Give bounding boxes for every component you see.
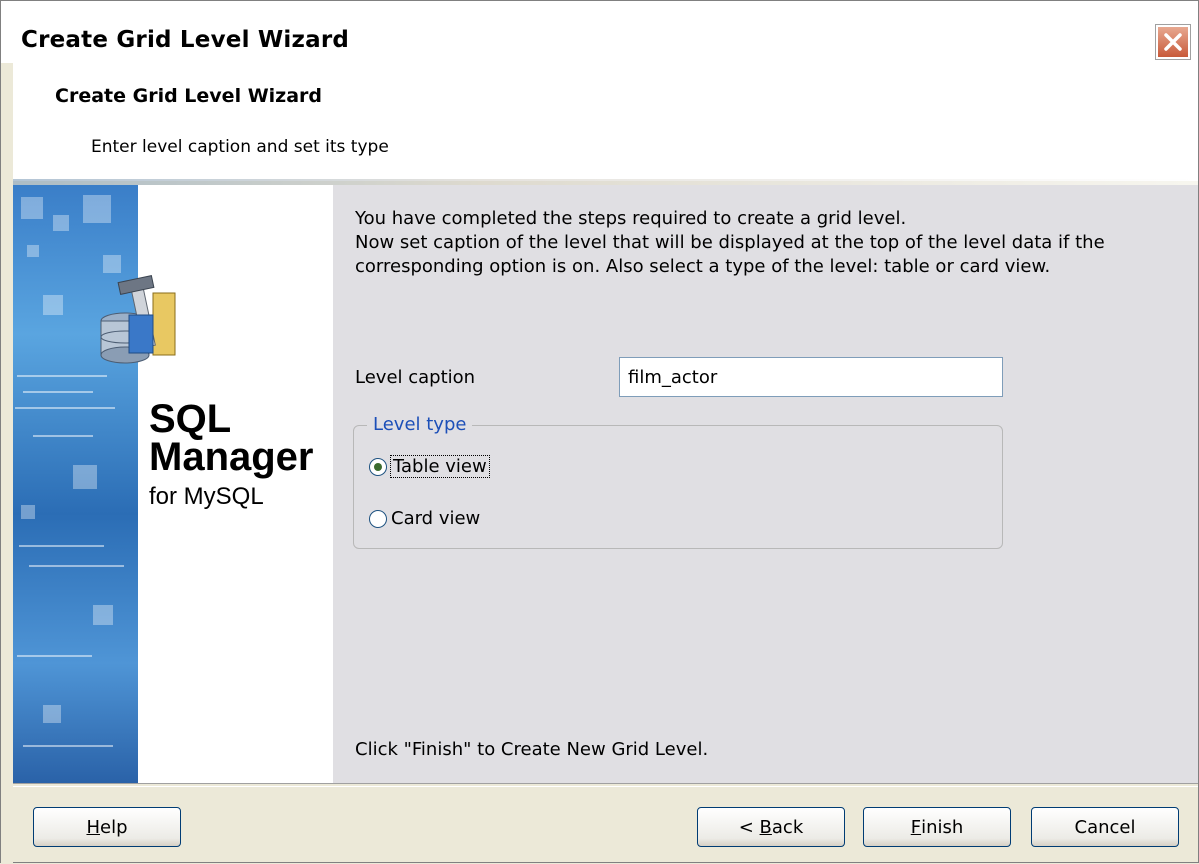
wizard-header-title: Create Grid Level Wizard [55,85,323,107]
close-icon [1164,33,1182,51]
help-mnemonic: H [86,816,101,838]
level-type-legend: Level type [367,414,473,435]
card-view-label[interactable]: Card view [391,508,480,529]
finish-button[interactable]: Finish [863,807,1011,847]
wizard-window: Create Grid Level Wizard Create Grid Lev… [0,0,1199,864]
card-view-radio[interactable] [369,509,387,528]
finish-mnemonic: F [910,816,922,838]
card-view-option[interactable]: Card view [369,508,480,529]
footer-separator [13,783,1198,787]
level-type-group [353,425,1003,549]
description-line: You have completed the steps required to… [355,208,907,229]
radio-selected-dot [374,462,382,471]
table-view-label[interactable]: Table view [390,455,490,478]
brand-sql: SQL [149,397,232,441]
back-label-rest: ack [771,816,804,838]
step-description: You have completed the steps required to… [355,207,1155,279]
back-prefix: < [738,816,760,838]
level-caption-input[interactable] [619,357,1003,397]
back-mnemonic: B [759,816,772,838]
description-line: corresponding option is on. Also select … [355,256,1051,277]
wizard-header-subtitle: Enter level caption and set its type [91,137,389,157]
brand-manager: Manager [149,435,314,479]
window-left-edge [1,63,13,864]
close-button[interactable] [1155,24,1191,60]
cancel-button[interactable]: Cancel [1031,807,1179,847]
description-line: Now set caption of the level that will b… [355,232,1105,253]
finish-label-rest: inish [921,816,964,838]
help-button[interactable]: Help [33,807,181,847]
product-banner: SQL Manager for MySQL [13,185,333,783]
help-label-rest: elp [100,816,128,838]
finish-hint: Click "Finish" to Create New Grid Level. [355,739,709,760]
table-view-radio[interactable] [369,457,387,476]
brand-for-mysql: for MySQL [149,483,264,510]
database-tools-icon [100,275,176,364]
level-caption-label: Level caption [355,367,476,388]
back-button[interactable]: < Back [697,807,845,847]
table-view-option[interactable]: Table view [369,455,490,478]
window-title: Create Grid Level Wizard [21,27,350,53]
wizard-header [1,63,1198,181]
